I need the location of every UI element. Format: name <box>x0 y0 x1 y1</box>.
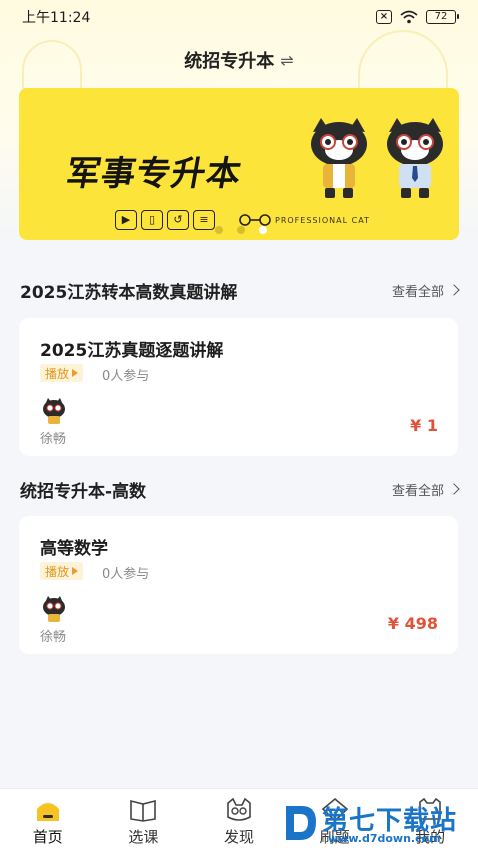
status-icons: × 72 <box>376 10 459 24</box>
bookmark-icon: ▯ <box>141 210 163 230</box>
nav-item-courses[interactable]: 选课 <box>96 789 192 850</box>
teacher-name: 徐畅 <box>40 630 67 645</box>
header[interactable]: 统招专升本 ⇌ <box>0 44 478 76</box>
watermark-logo-icon <box>286 806 316 840</box>
course-title[interactable]: 高等数学 <box>40 534 108 559</box>
switch-icon[interactable]: ⇌ <box>280 51 293 70</box>
section-header: 2025江苏转本高数真题讲解 查看全部 <box>20 278 460 303</box>
nav-item-discover[interactable]: 发现 <box>191 789 287 850</box>
battery-icon: 72 <box>426 10 459 24</box>
status-bar: 上午11:24 × 72 <box>0 0 478 34</box>
status-time: 上午11:24 <box>22 10 91 26</box>
carousel-dot[interactable] <box>237 226 245 234</box>
participant-count: 0人参与 <box>102 369 150 384</box>
nav-label[interactable]: 选课 <box>128 826 158 847</box>
course-price: ¥ 1 <box>410 416 438 435</box>
course-price: ¥ 498 <box>387 614 438 633</box>
history-icon: ↺ <box>167 210 189 230</box>
section-header: 统招专升本-高数 查看全部 <box>20 477 460 502</box>
watermark: 第七下载站 www.d7down.com <box>282 798 478 850</box>
cat-mascot-icon <box>311 118 367 198</box>
play-tag: 播放 <box>40 364 84 382</box>
wifi-icon <box>400 10 418 24</box>
carousel-dot[interactable] <box>215 226 223 234</box>
play-tag: 播放 <box>40 562 84 580</box>
carousel-dot-active[interactable] <box>259 226 267 234</box>
promo-banner[interactable]: 军事专升本 ▶ ▯ ↺ ≡ PROFESSIONAL CAT <box>19 88 459 240</box>
avatar <box>43 596 65 622</box>
chevron-right-icon[interactable] <box>448 483 460 495</box>
nav-label[interactable]: 发现 <box>224 826 254 847</box>
view-all-link[interactable]: 查看全部 <box>392 281 460 300</box>
play-icon <box>72 369 79 377</box>
home-icon[interactable] <box>33 797 63 823</box>
banner-title: 军事专升本 <box>62 154 245 194</box>
view-all-link[interactable]: 查看全部 <box>392 480 460 499</box>
carousel-indicator <box>215 226 267 234</box>
watermark-url: www.d7down.com <box>328 832 441 845</box>
participant-count: 0人参与 <box>102 567 150 582</box>
page-title[interactable]: 统招专升本 <box>184 47 274 73</box>
course-card[interactable]: 2025江苏真题逐题讲解 播放 0人参与 徐畅 ¥ 1 <box>19 318 458 456</box>
course-card[interactable]: 高等数学 播放 0人参与 徐畅 ¥ 498 <box>19 516 458 654</box>
cat-mascot-icon <box>387 118 443 198</box>
teacher-name: 徐畅 <box>40 432 67 447</box>
play-tag-label: 播放 <box>45 564 70 579</box>
glasses-icon <box>239 214 271 226</box>
avatar <box>43 398 65 424</box>
sim-off-icon: × <box>376 10 392 24</box>
book-icon[interactable] <box>128 797 158 823</box>
view-all-label[interactable]: 查看全部 <box>392 480 444 499</box>
banner-icon-row: ▶ ▯ ↺ ≡ <box>115 210 215 230</box>
nav-item-home[interactable]: 首页 <box>0 789 96 850</box>
notes-icon: ≡ <box>193 210 215 230</box>
play-tag-label: 播放 <box>45 366 70 381</box>
chevron-right-icon[interactable] <box>448 284 460 296</box>
play-icon <box>72 567 79 575</box>
section-title: 2025江苏转本高数真题讲解 <box>20 282 238 303</box>
view-all-label[interactable]: 查看全部 <box>392 281 444 300</box>
video-icon: ▶ <box>115 210 137 230</box>
nav-label[interactable]: 首页 <box>33 826 63 847</box>
cat-face-icon[interactable] <box>224 797 254 823</box>
banner-caption: PROFESSIONAL CAT <box>275 216 370 225</box>
course-title[interactable]: 2025江苏真题逐题讲解 <box>40 336 223 361</box>
section-title: 统招专升本-高数 <box>20 481 147 502</box>
